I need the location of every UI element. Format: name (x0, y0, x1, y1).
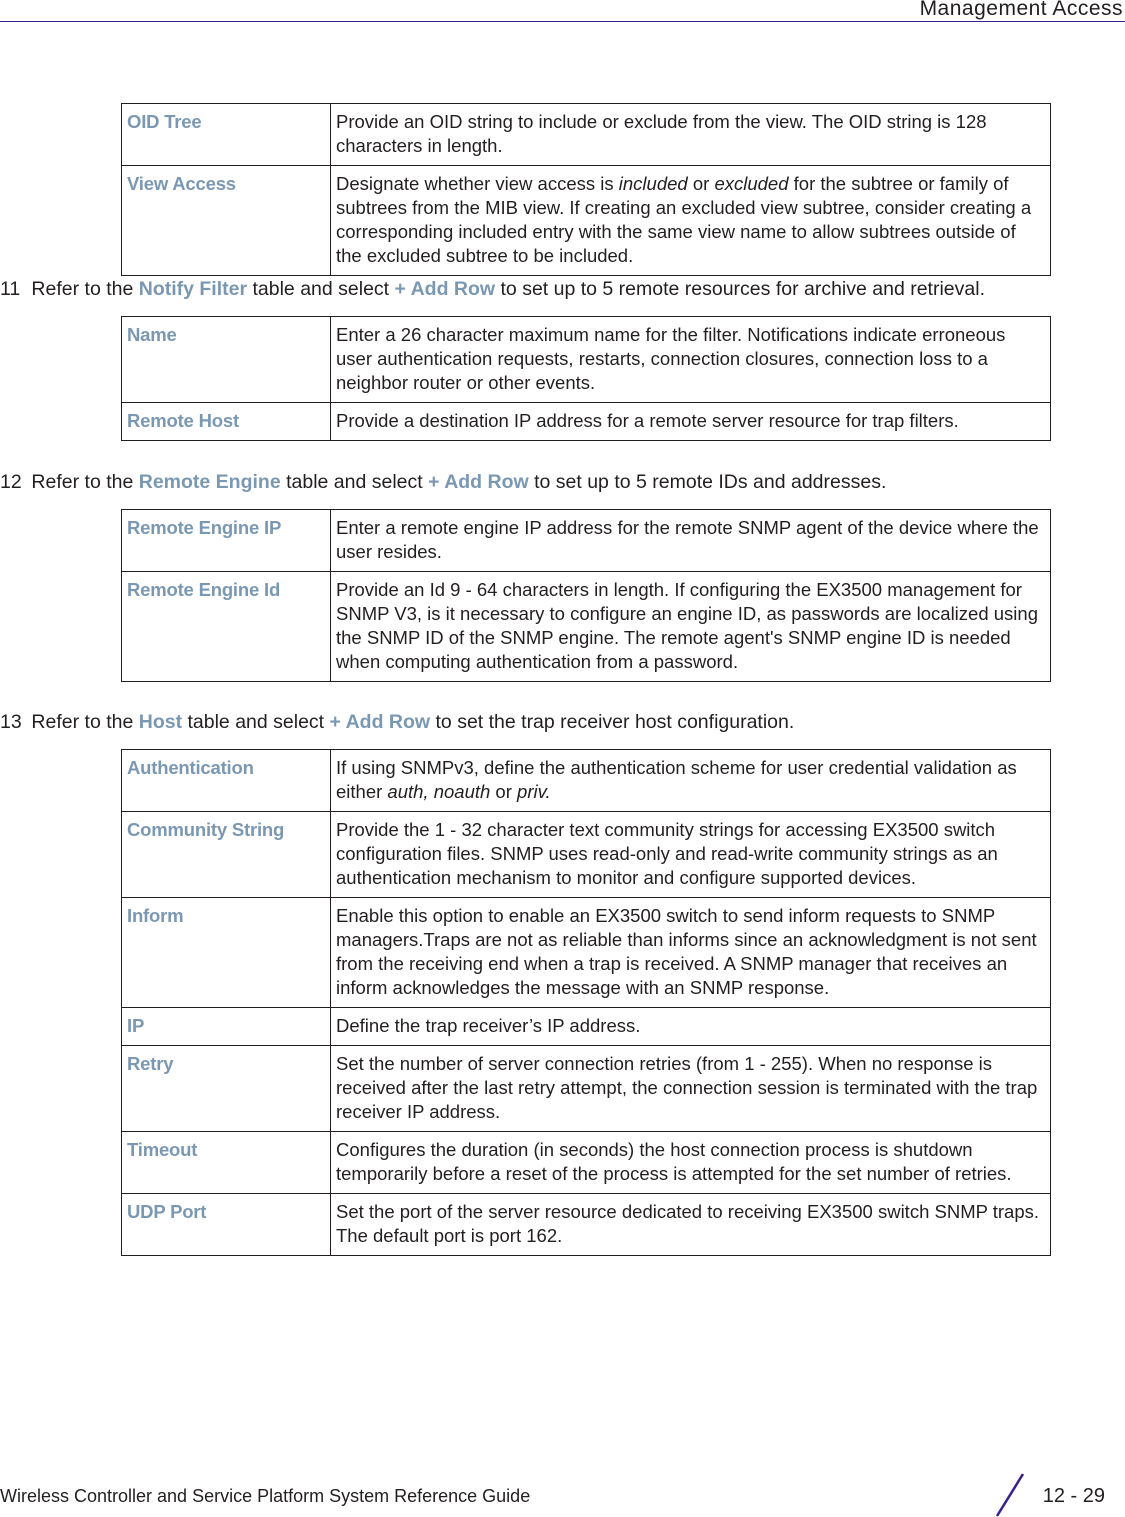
desc-emphasis: auth, noauth (387, 781, 491, 802)
step-text: Refer to the (31, 711, 139, 733)
slash-divider-icon (995, 1473, 1025, 1517)
table-name: Remote Engine (138, 471, 281, 493)
add-row-reference: + Add Row (329, 711, 431, 733)
term-cell: Remote Engine Id (121, 571, 331, 682)
desc-cell: Define the trap receiver’s IP address. (330, 1007, 1051, 1046)
desc-cell: Set the port of the server resource dedi… (330, 1193, 1051, 1256)
desc-emphasis: priv. (517, 781, 551, 802)
header-title: Management Access (919, 0, 1123, 20)
table-row: Retry Set the number of server connectio… (121, 1045, 1051, 1132)
table-name: Host (138, 711, 183, 733)
desc-cell: Enter a remote engine IP address for the… (330, 509, 1051, 572)
desc-cell: Configures the duration (in seconds) the… (330, 1131, 1051, 1194)
add-row-reference: + Add Row (394, 278, 496, 300)
step-text: Refer to the (31, 471, 139, 493)
desc-cell: Provide a destination IP address for a r… (330, 402, 1051, 441)
table-row: Remote Host Provide a destination IP add… (121, 402, 1051, 441)
step-text: table and select (247, 278, 395, 300)
page-number: 12 - 29 (1042, 1485, 1105, 1507)
view-settings-table: OID Tree Provide an OID string to includ… (121, 103, 1051, 276)
desc-cell: Provide an OID string to include or excl… (330, 103, 1051, 166)
term-cell: View Access (121, 165, 331, 276)
term-cell: OID Tree (121, 103, 331, 166)
term-cell: Authentication (121, 749, 331, 812)
term-cell: Timeout (121, 1131, 331, 1194)
step-text: table and select (182, 711, 330, 733)
step-number: 12 (0, 471, 22, 493)
step-text: to set the trap receiver host configurat… (430, 711, 795, 733)
desc-text: or (687, 173, 715, 194)
table-row: Community String Provide the 1 - 32 char… (121, 811, 1051, 898)
host-table: Authentication If using SNMPv3, define t… (121, 749, 1051, 1256)
term-cell: Remote Host (121, 402, 331, 441)
table-row: Remote Engine IP Enter a remote engine I… (121, 509, 1051, 572)
desc-emphasis: included (618, 173, 688, 194)
notify-filter-table: Name Enter a 26 character maximum name f… (121, 316, 1051, 441)
desc-emphasis: excluded (714, 173, 789, 194)
desc-cell: Provide an Id 9 - 64 characters in lengt… (330, 571, 1051, 682)
term-cell: UDP Port (121, 1193, 331, 1256)
desc-text: or (490, 781, 518, 802)
term-cell: Community String (121, 811, 331, 898)
table-row: Authentication If using SNMPv3, define t… (121, 749, 1051, 812)
step-12: 12 Refer to the Remote Engine table and … (0, 470, 886, 494)
desc-cell: If using SNMPv3, define the authenticati… (330, 749, 1051, 812)
table-row: Name Enter a 26 character maximum name f… (121, 316, 1051, 403)
header-divider (0, 21, 1125, 22)
remote-engine-table: Remote Engine IP Enter a remote engine I… (121, 509, 1051, 682)
term-cell: Remote Engine IP (121, 509, 331, 572)
step-text: Refer to the (31, 278, 139, 300)
step-text: to set up to 5 remote resources for arch… (495, 278, 986, 300)
table-row: Inform Enable this option to enable an E… (121, 897, 1051, 1008)
table-row: Remote Engine Id Provide an Id 9 - 64 ch… (121, 571, 1051, 682)
table-name: Notify Filter (138, 278, 248, 300)
add-row-reference: + Add Row (428, 471, 529, 493)
guide-title: Wireless Controller and Service Platform… (0, 1486, 531, 1506)
term-cell: Name (121, 316, 331, 403)
step-number: 11 (0, 278, 21, 300)
step-13: 13 Refer to the Host table and select + … (0, 710, 794, 734)
table-row: Timeout Configures the duration (in seco… (121, 1131, 1051, 1194)
desc-text: Designate whether view access is (336, 173, 619, 194)
term-cell: IP (121, 1007, 331, 1046)
desc-cell: Enter a 26 character maximum name for th… (330, 316, 1051, 403)
desc-cell: Enable this option to enable an EX3500 s… (330, 897, 1051, 1008)
step-11: 11 Refer to the Notify Filter table and … (0, 277, 985, 301)
desc-cell: Designate whether view access is include… (330, 165, 1051, 276)
desc-cell: Set the number of server connection retr… (330, 1045, 1051, 1132)
table-row: UDP Port Set the port of the server reso… (121, 1193, 1051, 1256)
table-row: OID Tree Provide an OID string to includ… (121, 103, 1051, 166)
step-number: 13 (0, 711, 22, 733)
term-cell: Inform (121, 897, 331, 1008)
term-cell: Retry (121, 1045, 331, 1132)
table-row: IP Define the trap receiver’s IP address… (121, 1007, 1051, 1046)
step-text: table and select (280, 471, 429, 493)
table-row: View Access Designate whether view acces… (121, 165, 1051, 276)
step-text: to set up to 5 remote IDs and addresses. (528, 471, 887, 493)
desc-cell: Provide the 1 - 32 character text commun… (330, 811, 1051, 898)
